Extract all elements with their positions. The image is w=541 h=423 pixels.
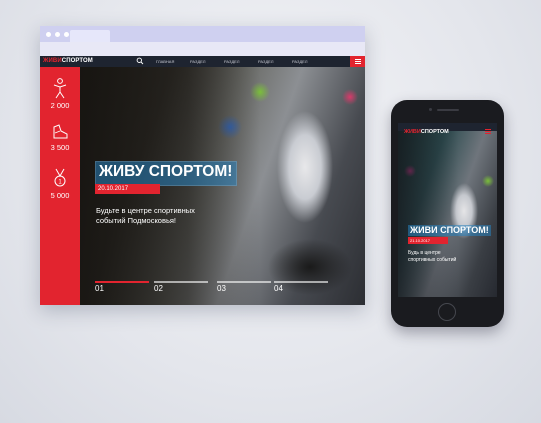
phone-camera xyxy=(429,108,432,111)
mobile-menu-icon[interactable] xyxy=(485,129,491,134)
stat-value: 2 000 xyxy=(50,101,70,110)
hero-date: 20.10.2017 xyxy=(95,184,160,194)
slide-tab-3[interactable]: 03 xyxy=(217,281,271,293)
hamburger-menu-icon[interactable] xyxy=(350,56,365,67)
hero-title: ЖИВУ СПОРТОМ! xyxy=(95,161,238,186)
window-controls xyxy=(46,32,69,37)
mobile-hero-date: 21.10.2017 xyxy=(408,237,448,244)
burger-line xyxy=(355,61,361,62)
slide-number: 02 xyxy=(154,283,163,293)
slide-tab-4[interactable]: 04 xyxy=(274,281,328,293)
hero-tagline: Будьте в центре спортивных событий Подмо… xyxy=(96,206,195,225)
stat-item-2: 3 500 xyxy=(40,121,80,152)
burger-line xyxy=(355,59,361,60)
nav-item-section-4[interactable]: РАЗДЕЛ xyxy=(292,59,326,64)
logo-part-red: ЖИВИ xyxy=(404,129,421,135)
stat-item-1: 2 000 xyxy=(40,77,80,110)
stat-value: 3 500 xyxy=(50,143,70,152)
browser-tab[interactable] xyxy=(70,30,110,42)
logo-part-red: ЖИВИ xyxy=(43,58,62,64)
mobile-hero-tagline: Будь в центре спортивных событий xyxy=(408,250,457,263)
phone-screen: ЖИВИСПОРТОМ ЖИВИ СПОРТОМ! 21.10.2017 Буд… xyxy=(398,123,497,297)
mobile-logo[interactable]: ЖИВИСПОРТОМ xyxy=(404,129,449,135)
window-dot[interactable] xyxy=(46,32,51,37)
slide-progress-bar xyxy=(274,281,328,283)
slide-tab-2[interactable]: 02 xyxy=(154,281,208,293)
nav-item-section-3[interactable]: РАЗДЕЛ xyxy=(258,59,292,64)
phone-home-button[interactable] xyxy=(438,303,456,321)
stat-item-3: 1 5 000 xyxy=(40,167,80,200)
stats-sidebar: 2 000 3 500 1 5 000 xyxy=(40,67,80,305)
phone-mockup: ЖИВИСПОРТОМ ЖИВИ СПОРТОМ! 21.10.2017 Буд… xyxy=(391,100,504,327)
mobile-hero-title: ЖИВИ СПОРТОМ! xyxy=(408,225,491,236)
medal-icon: 1 xyxy=(54,168,66,187)
window-dot[interactable] xyxy=(55,32,60,37)
slide-number: 01 xyxy=(95,283,104,293)
nav-menu: ГЛАВНАЯ РАЗДЕЛ РАЗДЕЛ РАЗДЕЛ РАЗДЕЛ xyxy=(156,59,326,64)
medal-winner-icon xyxy=(53,78,67,99)
nav-item-section-1[interactable]: РАЗДЕЛ xyxy=(190,59,224,64)
site-logo[interactable]: ЖИВИСПОРТОМ xyxy=(43,58,93,64)
nav-item-home[interactable]: ГЛАВНАЯ xyxy=(156,59,190,64)
slide-number: 04 xyxy=(274,283,283,293)
svg-text:1: 1 xyxy=(58,180,62,186)
website-viewport: ЖИВИСПОРТОМ ГЛАВНАЯ РАЗДЕЛ РАЗДЕЛ РАЗДЕЛ… xyxy=(40,56,365,305)
running-shoe-icon xyxy=(53,124,68,139)
browser-url-bar[interactable] xyxy=(40,42,365,56)
desktop-browser-mockup: ЖИВИСПОРТОМ ГЛАВНАЯ РАЗДЕЛ РАЗДЕЛ РАЗДЕЛ… xyxy=(40,26,365,305)
slide-number: 03 xyxy=(217,283,226,293)
slide-progress-bar xyxy=(217,281,271,283)
burger-line xyxy=(355,63,361,64)
mobile-hero-shade xyxy=(398,131,458,297)
slide-tab-1[interactable]: 01 xyxy=(95,281,149,293)
nav-item-section-2[interactable]: РАЗДЕЛ xyxy=(224,59,258,64)
site-navbar: ЖИВИСПОРТОМ ГЛАВНАЯ РАЗДЕЛ РАЗДЕЛ РАЗДЕЛ… xyxy=(40,56,365,67)
search-icon[interactable] xyxy=(136,57,144,65)
browser-chrome xyxy=(40,26,365,56)
logo-part-white: СПОРТОМ xyxy=(61,58,93,64)
phone-speaker xyxy=(437,109,459,111)
slide-progress-bar xyxy=(154,281,208,283)
logo-part-white: СПОРТОМ xyxy=(420,129,449,135)
slide-progress-bar xyxy=(95,281,149,283)
stat-value: 5 000 xyxy=(50,191,70,200)
window-dot[interactable] xyxy=(64,32,69,37)
